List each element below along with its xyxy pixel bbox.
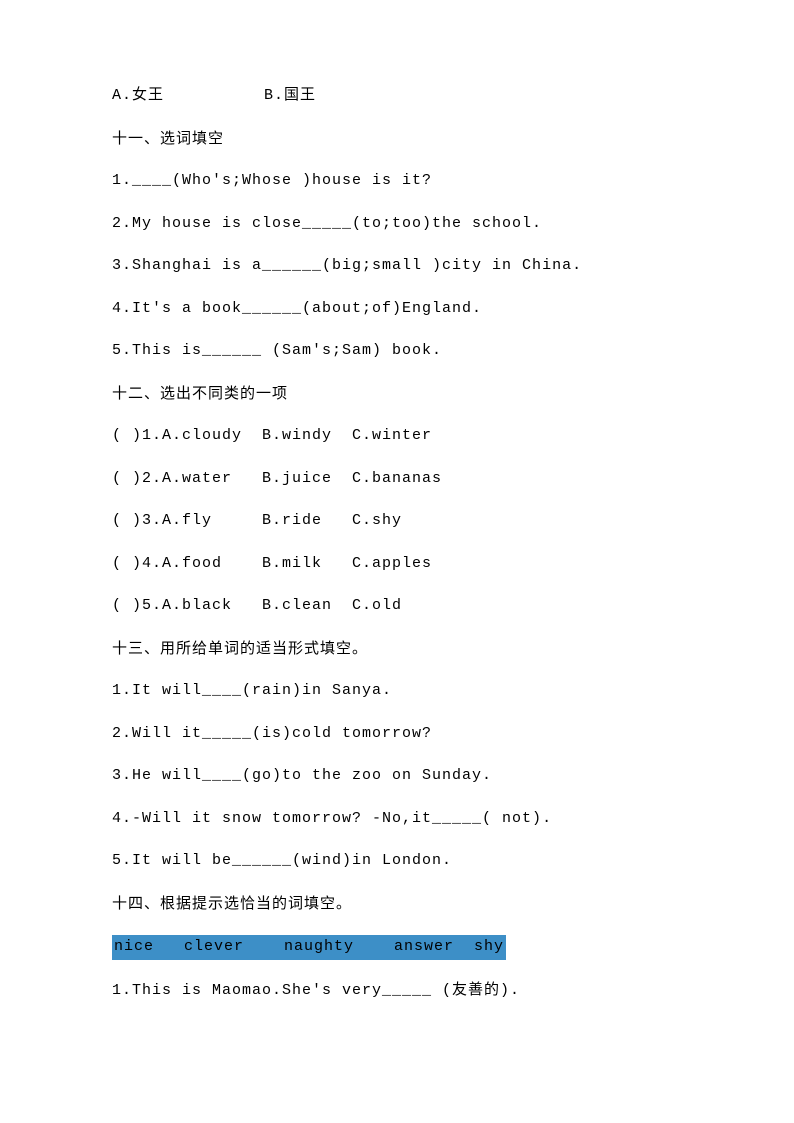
worksheet-page: A.女王 B.国王 十一、选词填空 1.____(Who's;Whose )ho…	[0, 0, 794, 1002]
word-bank-highlighted: nice clever naughty answer shy	[112, 935, 506, 960]
q12-1: ( )1.A.cloudy B.windy C.winter	[112, 425, 704, 448]
section-11-heading: 十一、选词填空	[112, 128, 704, 151]
q12-3: ( )3.A.fly B.ride C.shy	[112, 510, 704, 533]
q11-5: 5.This is______ (Sam's;Sam) book.	[112, 340, 704, 363]
q13-1: 1.It will____(rain)in Sanya.	[112, 680, 704, 703]
q13-2: 2.Will it_____(is)cold tomorrow?	[112, 723, 704, 746]
q12-4: ( )4.A.food B.milk C.apples	[112, 553, 704, 576]
section-13-heading: 十三、用所给单词的适当形式填空。	[112, 638, 704, 661]
answer-options-line: A.女王 B.国王	[112, 85, 704, 108]
q11-2: 2.My house is close_____(to;too)the scho…	[112, 213, 704, 236]
q13-3: 3.He will____(go)to the zoo on Sunday.	[112, 765, 704, 788]
q12-5: ( )5.A.black B.clean C.old	[112, 595, 704, 618]
q14-1: 1.This is Maomao.She's very_____ (友善的).	[112, 980, 704, 1003]
q11-1: 1.____(Who's;Whose )house is it?	[112, 170, 704, 193]
q11-4: 4.It's a book______(about;of)England.	[112, 298, 704, 321]
q13-5: 5.It will be______(wind)in London.	[112, 850, 704, 873]
q13-4: 4.-Will it snow tomorrow? -No,it_____( n…	[112, 808, 704, 831]
q12-2: ( )2.A.water B.juice C.bananas	[112, 468, 704, 491]
section-14-heading: 十四、根据提示选恰当的词填空。	[112, 893, 704, 916]
q11-3: 3.Shanghai is a______(big;small )city in…	[112, 255, 704, 278]
section-12-heading: 十二、选出不同类的一项	[112, 383, 704, 406]
